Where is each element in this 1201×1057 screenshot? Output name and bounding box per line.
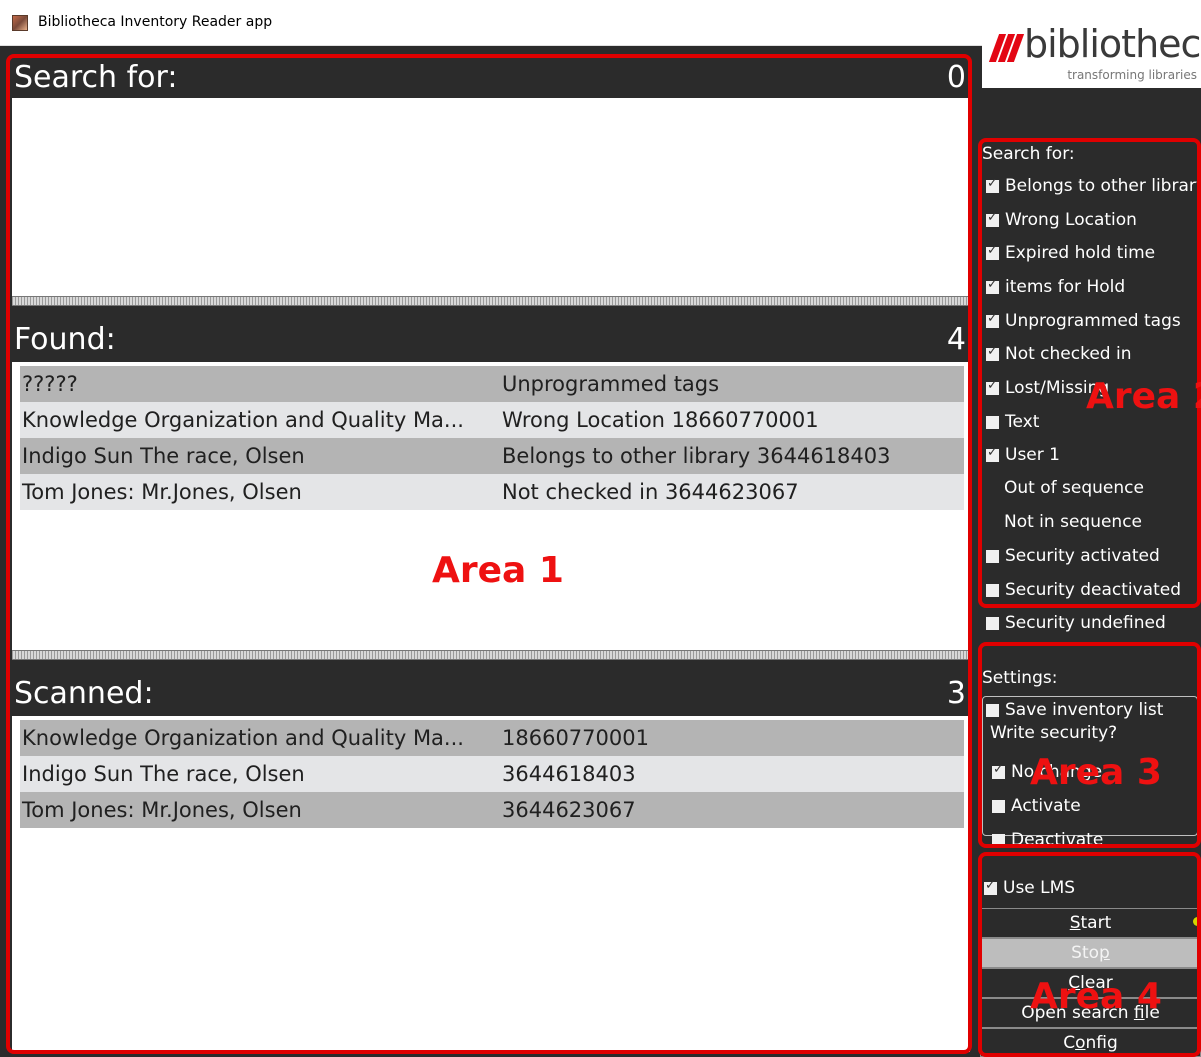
scanned-row-id: 18660770001 xyxy=(502,726,649,750)
checkbox-not-checked-in[interactable]: Not checked in xyxy=(986,344,1132,364)
area-4-label: Area 4 xyxy=(1030,976,1162,1017)
splitter-1[interactable] xyxy=(12,296,970,306)
checkbox-belongs-other-library[interactable]: Belongs to other library xyxy=(986,176,1201,196)
checkbox-expired-hold-time[interactable]: Expired hold time xyxy=(986,243,1155,263)
write-security-legend: Write security? xyxy=(988,723,1120,743)
scanned-row[interactable]: Knowledge Organization and Quality Ma...… xyxy=(20,720,964,756)
found-row[interactable]: ????? Unprogrammed tags xyxy=(20,366,964,402)
logo-tagline: transforming libraries xyxy=(1067,68,1197,82)
found-row-name: ????? xyxy=(22,372,78,396)
found-row-status: Not checked in 3644623067 xyxy=(502,480,799,504)
app-icon xyxy=(12,15,28,31)
found-panel-title: Found: xyxy=(14,322,116,357)
checkbox-items-for-hold[interactable]: items for Hold xyxy=(986,277,1125,297)
found-panel-header: Found: 4 xyxy=(12,306,970,362)
checkbox-security-deactivated[interactable]: Security deactivated xyxy=(986,580,1181,600)
found-row[interactable]: Knowledge Organization and Quality Ma...… xyxy=(20,402,964,438)
option-not-in-sequence[interactable]: Not in sequence xyxy=(1004,512,1142,532)
found-row-name: Tom Jones: Mr.Jones, Olsen xyxy=(22,480,302,504)
config-button[interactable]: Config xyxy=(980,1028,1201,1057)
checkbox-use-lms[interactable]: Use LMS xyxy=(984,878,1075,898)
checkbox-unchecked-icon xyxy=(986,415,999,429)
checkbox-label: Wrong Location xyxy=(1005,210,1137,230)
checkbox-security-undefined[interactable]: Security undefined xyxy=(986,613,1166,633)
search-options-label: Search for: xyxy=(982,144,1075,164)
checkbox-activate[interactable]: Activate xyxy=(992,796,1081,816)
found-row-status: Wrong Location 18660770001 xyxy=(502,408,819,432)
stop-button[interactable]: Stop xyxy=(980,938,1201,968)
checkbox-text[interactable]: Text xyxy=(986,412,1039,432)
scanned-list[interactable]: Knowledge Organization and Quality Ma...… xyxy=(12,716,970,1052)
scanned-row-name: Tom Jones: Mr.Jones, Olsen xyxy=(22,798,302,822)
scanned-row-id: 3644623067 xyxy=(502,798,636,822)
search-list[interactable] xyxy=(12,98,970,296)
area-2-label: Area 2 xyxy=(1086,376,1201,417)
scanned-row[interactable]: Indigo Sun The race, Olsen 3644618403 xyxy=(20,756,964,792)
area-1-label: Area 1 xyxy=(432,550,564,591)
checkbox-label: Deactivate xyxy=(1011,830,1104,850)
scanned-row-name: Knowledge Organization and Quality Ma... xyxy=(22,726,464,750)
checkbox-user-1[interactable]: User 1 xyxy=(986,445,1060,465)
checkbox-label: Security undefined xyxy=(1005,613,1166,633)
scanned-panel-count: 3 xyxy=(946,676,966,711)
checkbox-label: items for Hold xyxy=(1005,277,1126,297)
checkbox-label: Use LMS xyxy=(1003,878,1076,898)
checkbox-checked-icon xyxy=(986,210,999,227)
checkbox-checked-icon xyxy=(986,176,999,193)
splitter-2[interactable] xyxy=(12,650,970,660)
checkbox-unchecked-icon xyxy=(986,616,999,630)
checkbox-label: Not checked in xyxy=(1005,344,1132,364)
checkbox-label: Expired hold time xyxy=(1005,243,1156,263)
checkbox-checked-icon xyxy=(986,378,999,395)
window-title: Bibliotheca Inventory Reader app xyxy=(38,14,273,30)
checkbox-unchecked-icon xyxy=(986,583,999,597)
checkbox-checked-icon xyxy=(986,243,999,260)
scanned-row-id: 3644618403 xyxy=(502,762,636,786)
checkbox-checked-icon xyxy=(986,344,999,361)
start-button[interactable]: Start xyxy=(980,908,1201,938)
checkbox-security-activated[interactable]: Security activated xyxy=(986,546,1160,566)
area-3-label: Area 3 xyxy=(1030,752,1162,793)
found-list[interactable]: ????? Unprogrammed tags Knowledge Organi… xyxy=(12,362,970,650)
checkbox-label: Security activated xyxy=(1005,546,1160,566)
checkbox-label: Activate xyxy=(1011,796,1081,816)
found-row[interactable]: Indigo Sun The race, Olsen Belongs to ot… xyxy=(20,438,964,474)
scanned-row[interactable]: Tom Jones: Mr.Jones, Olsen 3644623067 xyxy=(20,792,964,828)
checkbox-label: Text xyxy=(1005,412,1040,432)
status-indicator-icon xyxy=(1193,917,1201,926)
checkbox-unchecked-icon xyxy=(986,549,999,563)
scanned-panel-header: Scanned: 3 xyxy=(12,660,970,716)
found-row-status: Unprogrammed tags xyxy=(502,372,720,396)
search-panel-count: 0 xyxy=(946,60,966,95)
checkbox-checked-icon xyxy=(986,277,999,294)
checkbox-checked-icon xyxy=(992,762,1005,779)
checkbox-label: Belongs to other library xyxy=(1005,176,1201,196)
checkbox-checked-icon xyxy=(986,311,999,328)
search-panel-title: Search for: xyxy=(14,60,178,95)
checkbox-deactivate[interactable]: Deactivate xyxy=(992,830,1103,850)
found-row-name: Knowledge Organization and Quality Ma... xyxy=(22,408,464,432)
checkbox-checked-icon xyxy=(984,878,997,895)
settings-label: Settings: xyxy=(982,668,1058,688)
checkbox-label: Security deactivated xyxy=(1005,580,1182,600)
found-row[interactable]: Tom Jones: Mr.Jones, Olsen Not checked i… xyxy=(20,474,964,510)
found-row-status: Belongs to other library 3644618403 xyxy=(502,444,891,468)
search-panel-header: Search for: 0 xyxy=(12,56,970,98)
checkbox-wrong-location[interactable]: Wrong Location xyxy=(986,210,1137,230)
found-row-name: Indigo Sun The race, Olsen xyxy=(22,444,305,468)
logo-wordmark: bibliotheca xyxy=(1024,22,1201,66)
checkbox-unchecked-icon xyxy=(992,799,1005,813)
checkbox-unchecked-icon xyxy=(992,833,1005,847)
option-out-of-sequence[interactable]: Out of sequence xyxy=(1004,478,1144,498)
checkbox-checked-icon xyxy=(986,445,999,462)
checkbox-label: Unprogrammed tags xyxy=(1005,311,1181,331)
scanned-panel-title: Scanned: xyxy=(14,676,154,711)
checkbox-unprogrammed-tags[interactable]: Unprogrammed tags xyxy=(986,311,1181,331)
scanned-row-name: Indigo Sun The race, Olsen xyxy=(22,762,305,786)
found-panel-count: 4 xyxy=(946,322,966,357)
bibliotheca-logo: bibliotheca transforming libraries xyxy=(982,8,1201,88)
checkbox-label: User 1 xyxy=(1005,445,1060,465)
logo-mark-icon xyxy=(988,34,1025,62)
